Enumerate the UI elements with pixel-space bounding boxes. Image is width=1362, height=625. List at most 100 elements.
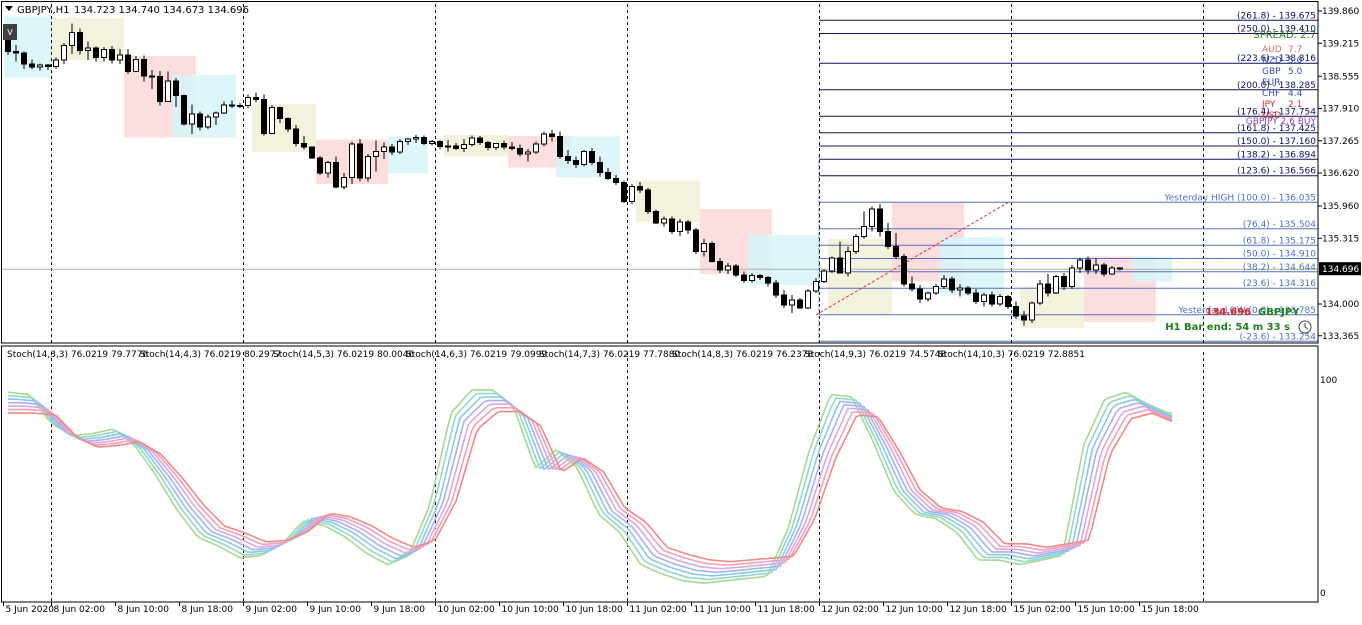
candle-body (621, 182, 627, 202)
candle-body (373, 151, 379, 157)
candle-body (533, 143, 539, 153)
candle-body (933, 286, 939, 294)
candle-body (1069, 267, 1075, 287)
candle-body (365, 156, 371, 179)
candle-body (589, 151, 595, 163)
candle-body (429, 141, 435, 144)
triangle-down-icon[interactable] (5, 6, 13, 11)
candle-body (237, 105, 243, 107)
candle-body (701, 243, 707, 252)
price-tick-label: 133.365 (1322, 332, 1359, 342)
spread-readout: SPREAD: 2.7 (1253, 30, 1316, 41)
candle-body (1029, 302, 1035, 321)
candle-body (677, 221, 683, 232)
fib-label: (50.0) - 134.910 (1243, 250, 1317, 260)
candle-body (29, 63, 35, 68)
candle-body (77, 32, 83, 51)
time-label: 11 Jun 02:00 (630, 605, 687, 615)
candle-body (405, 138, 411, 142)
candle-body (781, 294, 787, 306)
candle-body (341, 177, 347, 188)
time-label: 12 Jun 18:00 (950, 605, 1007, 615)
candle-body (525, 151, 531, 155)
candle-body (653, 211, 659, 224)
candle-body (53, 59, 59, 67)
candle-body (317, 157, 323, 174)
price-tick-label: 137.265 (1322, 137, 1359, 147)
candle-body (901, 256, 907, 285)
time-label: 9 Jun 10:00 (310, 605, 362, 615)
candle-body (637, 186, 643, 191)
candle-body (85, 47, 91, 51)
candle-body (861, 226, 867, 237)
candle-body (69, 32, 75, 46)
symbol-label: GBPJPY,H1 (17, 5, 70, 16)
chart-window[interactable]: (261.8) - 139.675 (250.0) - 139.410 (223.6… (0, 0, 1362, 621)
candle-body (461, 144, 467, 149)
candle-body (909, 283, 915, 290)
fib-label: (261.8) - 139.675 (1237, 11, 1316, 21)
candle-body (605, 172, 611, 179)
currency-strength: 2.1 (1288, 100, 1302, 110)
candle-body (797, 299, 803, 309)
candle-body (117, 54, 123, 61)
candle-body (813, 281, 819, 292)
candle-body (597, 162, 603, 173)
candle-body (773, 282, 779, 296)
candle-body (629, 186, 635, 202)
time-label: 8 Jun 02:00 (54, 605, 106, 615)
time-label: 9 Jun 18:00 (374, 605, 426, 615)
candle-body (269, 107, 275, 134)
candle-body (717, 261, 723, 271)
candle-body (357, 143, 363, 179)
time-label: 5 Jun 2020 (6, 605, 55, 615)
candle-body (509, 146, 515, 149)
candle-body (1053, 276, 1059, 294)
candle-body (941, 278, 947, 287)
candle-body (261, 99, 267, 134)
candle-body (189, 113, 195, 125)
candle-body (253, 97, 259, 100)
candle-body (997, 296, 1003, 305)
time-label: 12 Jun 10:00 (886, 605, 943, 615)
candle-body (109, 49, 115, 61)
candle-body (877, 208, 883, 232)
fib-label: (123.6) - 136.566 (1237, 167, 1316, 177)
candle-body (1005, 296, 1011, 307)
price-tick-label: 135.315 (1322, 234, 1359, 244)
candle-body (1021, 315, 1027, 321)
candle-body (157, 76, 163, 102)
candle-body (541, 133, 547, 145)
time-label: 15 Jun 10:00 (1078, 605, 1135, 615)
time-label: 11 Jun 10:00 (694, 605, 751, 615)
candle-body (981, 294, 987, 302)
bar-end-readout: H1 Bar end: 54 m 33 s (1165, 322, 1290, 333)
candle-body (1037, 283, 1043, 304)
stochastic-lines: Stoch(14,3,3) 76.0219 79.7776Stoch(14,4,… (7, 350, 1173, 584)
candle-body (837, 257, 843, 274)
candle-body (485, 142, 491, 148)
candle-body (141, 59, 147, 77)
chart-canvas[interactable]: (261.8) - 139.675(250.0) - 139.410(223.6… (0, 0, 1362, 621)
candle-body (693, 229, 699, 252)
candle-body (501, 143, 507, 148)
candle-body (925, 292, 931, 300)
currency-strength: 5.0 (1288, 56, 1303, 66)
candle-body (1117, 267, 1123, 270)
candle-body (645, 189, 651, 212)
candle-body (133, 59, 139, 72)
price-tick-label: 139.215 (1322, 39, 1359, 49)
candle-body (45, 64, 51, 67)
candle-body (453, 145, 459, 149)
stoch-tick-label: 100 (1320, 376, 1337, 386)
candle-body (277, 107, 283, 119)
fib-label: (61.8) - 135.175 (1243, 236, 1316, 246)
candle-body (789, 299, 795, 306)
candle-body (13, 51, 19, 54)
candle-body (293, 128, 299, 144)
fib-label: (76.4) - 135.504 (1243, 220, 1317, 230)
candle-body (885, 231, 891, 247)
candle-body (573, 160, 579, 165)
panel-button-label: V (7, 28, 13, 37)
candle-body (725, 265, 731, 271)
